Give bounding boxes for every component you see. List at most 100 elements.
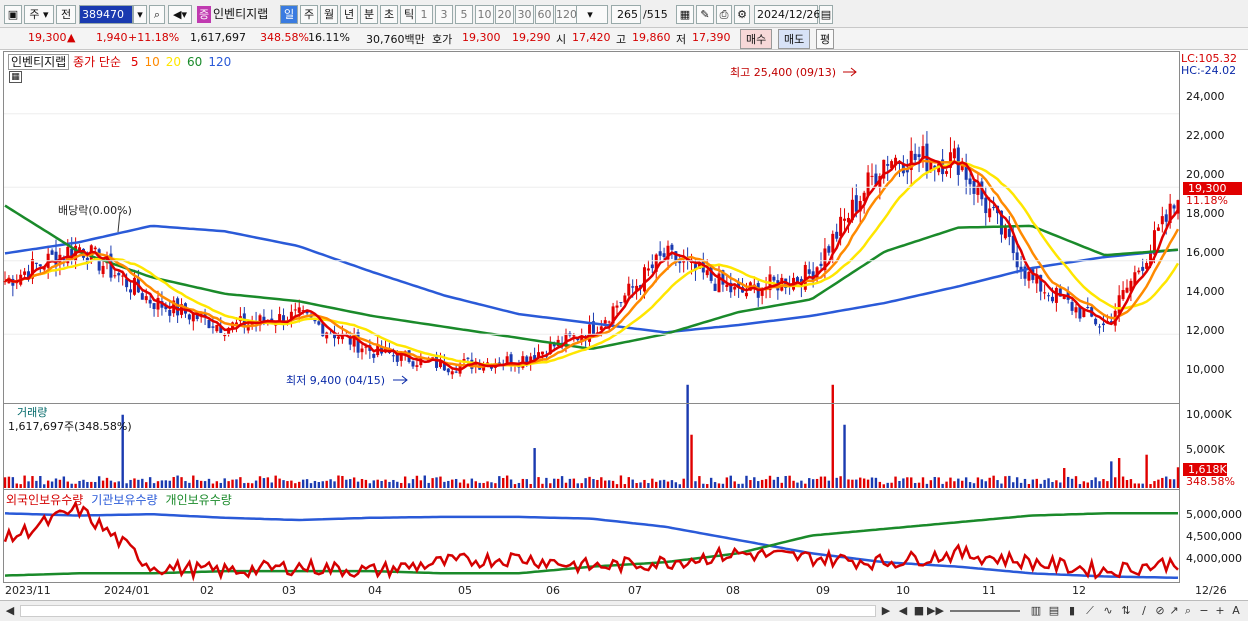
chart-type-icon[interactable]: ▥ [1028, 603, 1044, 619]
panel-divider[interactable] [3, 403, 1180, 404]
layout-icon[interactable]: ▣ [4, 5, 22, 24]
tab-period[interactable]: 월 [320, 5, 338, 24]
interval-button[interactable]: 120 [555, 5, 577, 24]
volume-current-pct: 348.58% [1186, 475, 1235, 488]
print-icon[interactable]: ⎙ [716, 5, 732, 24]
interval-dropdown[interactable]: ▾ [572, 5, 608, 24]
interval-button[interactable]: 1 [415, 5, 433, 24]
sell-button[interactable]: 매도 [778, 29, 811, 49]
market-badge: 증 [197, 6, 212, 23]
ma-label: 종가 단순 [73, 55, 122, 69]
scroll-right-icon[interactable]: ▶ [878, 603, 894, 619]
page-current[interactable]: 265 [611, 5, 641, 24]
type-select[interactable]: 주 ▾ [24, 5, 54, 24]
x-tick-label: 02 [200, 584, 214, 597]
tab-period[interactable]: 분 [360, 5, 378, 24]
stop-icon[interactable]: ■ [911, 603, 927, 619]
price-panel-legend: 인벤티지랩 종가 단순 5 10 20 60 120 [8, 53, 231, 70]
quote-bar: 19,300 ▲ 1,940 +11.18% 1,617,697 348.58%… [0, 28, 1248, 50]
bid2: 19,290 [512, 31, 551, 44]
stock-name: 인벤티지랩 [213, 7, 269, 21]
tab-period[interactable]: 일 [280, 5, 298, 24]
price-tick-label: 10,000 [1186, 363, 1225, 376]
scroll-bar[interactable]: ◀ ▶ ◀ ■ ▶▶ ▥ ▤ ▮ ⟋ ∿ ⇅ ∕ ⊘ ↗ ⌕ − + A [0, 600, 1248, 621]
price-tick-label: 12,000 [1186, 324, 1225, 337]
high-label: 고 [616, 33, 627, 46]
minus-icon[interactable]: − [1196, 603, 1212, 619]
interval-button[interactable]: 3 [435, 5, 453, 24]
play-icon[interactable]: ▶▶ [927, 603, 944, 619]
speaker-icon[interactable]: ◀▾ [168, 5, 192, 24]
tab-period[interactable]: 초 [380, 5, 398, 24]
x-tick-label: 06 [546, 584, 560, 597]
interval-button[interactable]: 5 [455, 5, 473, 24]
zoom-icon[interactable]: ⌕ [1180, 603, 1196, 619]
current-price: 19,300 [28, 31, 67, 44]
x-tick-label: 05 [458, 584, 472, 597]
price-tick-label: 24,000 [1186, 90, 1225, 103]
holding-tick-label: 4,500,000 [1186, 530, 1242, 543]
buy-button[interactable]: 매수 [740, 29, 773, 49]
price-tick-label: 22,000 [1186, 129, 1225, 142]
volume-tick-label: 10,000K [1186, 408, 1232, 421]
grid-icon[interactable]: ▦ [676, 5, 694, 24]
scroll-track[interactable] [20, 605, 876, 617]
ma-period-label: 120 [208, 55, 232, 69]
play-back-icon[interactable]: ◀ [895, 603, 911, 619]
holding-legend-item: 기관보유수량 [91, 493, 158, 507]
line-tool-icon[interactable]: ∕ [1136, 603, 1152, 619]
zoom-slider[interactable] [950, 610, 1020, 612]
plus-icon[interactable]: + [1212, 603, 1228, 619]
panel-divider[interactable] [3, 489, 1180, 490]
trend-icon[interactable]: ∿ [1100, 603, 1116, 619]
avg-button[interactable]: 평 [816, 29, 835, 49]
volume-ratio: 348.58% [260, 31, 309, 44]
x-tick-label: 03 [282, 584, 296, 597]
calendar-icon[interactable]: ▤ [819, 5, 833, 24]
chevron-down-icon[interactable]: ▾ [133, 5, 147, 24]
x-tick-label: 08 [726, 584, 740, 597]
price-tick-label: 16,000 [1186, 246, 1225, 259]
x-tick-label: 2023/11 [5, 584, 51, 597]
ma-period-label: 60 [187, 55, 203, 69]
tab-period[interactable]: 주 [300, 5, 318, 24]
search-icon[interactable]: ⌕ [149, 5, 165, 24]
x-tick-label: 09 [816, 584, 830, 597]
x-tick-label: 12 [1072, 584, 1086, 597]
tab-period[interactable]: 년 [340, 5, 358, 24]
table-icon[interactable]: ▦ [9, 71, 22, 83]
holding-legend-item: 외국인보유수량 [6, 493, 84, 507]
x-tick-label: 10 [896, 584, 910, 597]
turnover: 16.11% [308, 31, 350, 44]
updown-mark: ▲ [67, 31, 76, 44]
x-tick-label: 2024/01 [104, 584, 150, 597]
open-price: 17,420 [572, 31, 611, 44]
x-axis: 2023/11 2024/01 02 03 04 05 06 07 08 09 10 11 12 12/2… [0, 583, 1248, 599]
interval-button[interactable]: 10 [475, 5, 494, 24]
current-pct-tag: 11.18% [1186, 194, 1228, 207]
type-select-value: 주 [29, 8, 40, 21]
price-tick-label: 20,000 [1186, 168, 1225, 181]
interval-button[interactable]: 30 [515, 5, 534, 24]
interval-button[interactable]: 20 [495, 5, 514, 24]
code-input[interactable]: 389470 [79, 5, 133, 24]
candle-icon[interactable]: ▮ [1064, 603, 1080, 619]
holding-legend-item: 개인보유수량 [165, 493, 232, 507]
scale-icon[interactable]: ⇅ [1118, 603, 1134, 619]
x-tick-label: 12/26 [1195, 584, 1227, 597]
line-icon[interactable]: ⟋ [1082, 603, 1098, 619]
change: 1,940 [96, 31, 128, 44]
bar-icon[interactable]: ▤ [1046, 603, 1062, 619]
date-input[interactable]: 2024/12/26 [754, 5, 820, 24]
bid1: 19,300 [462, 31, 501, 44]
font-icon[interactable]: A [1228, 603, 1244, 619]
ma-period-label: 20 [165, 55, 182, 69]
interval-button[interactable]: 60 [535, 5, 554, 24]
price-axis[interactable]: LC:105.32 HC:-24.02 19,300 11.18% 1,618K… [1180, 51, 1248, 583]
open-label: 시 [556, 33, 567, 46]
mode-select[interactable]: 전 [56, 5, 76, 24]
gear-icon[interactable]: ⚙ [734, 5, 750, 24]
draw-icon[interactable]: ✎ [696, 5, 714, 24]
volume-tick-label: 5,000K [1186, 443, 1225, 456]
scroll-left-icon[interactable]: ◀ [2, 603, 18, 619]
